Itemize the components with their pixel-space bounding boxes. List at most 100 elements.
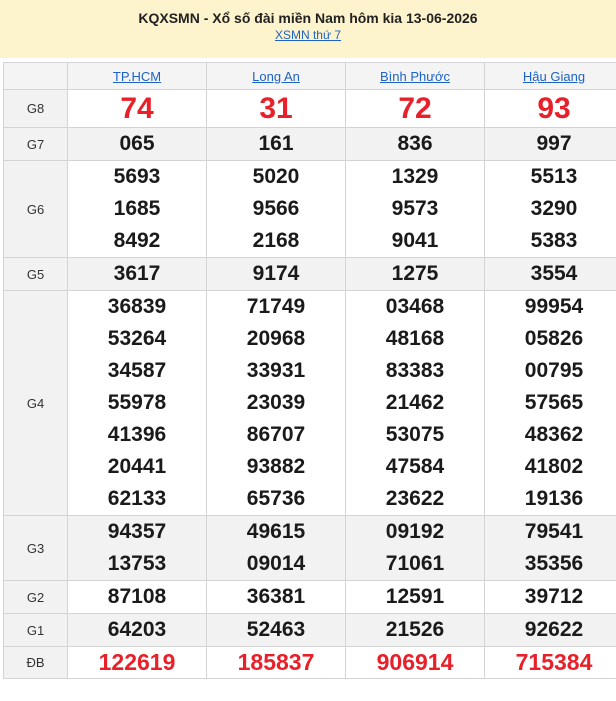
prize-cell: 3554 [484,257,616,291]
prize-number: 3290 [530,197,578,220]
prize-cell: 49615 09014 [206,515,346,581]
prize-number: 53075 [385,423,445,446]
prize-number: 93 [537,92,571,125]
prize-label: G3 [3,515,68,581]
prize-number: 1685 [113,197,161,220]
prize-number: 93882 [246,455,306,478]
prize-cell: 39712 [484,580,616,614]
prize-cell: 36839 53264 34587 55978 41396 20441 62133 [67,290,207,516]
prize-number: 715384 [515,649,593,675]
corner-cell [3,62,68,90]
prize-cell: 1275 [345,257,485,291]
prize-cell: 997 [484,127,616,161]
prize-label: G2 [3,580,68,614]
prize-number: 1275 [391,262,439,285]
prize-label: ĐB [3,646,68,679]
prize-number: 21526 [385,618,445,641]
prize-cell: 122619 [67,646,207,679]
prize-label: G4 [3,290,68,516]
prize-number: 72 [398,92,432,125]
prize-number: 05826 [524,327,584,350]
prize-row: G8 74 31 72 93 [3,89,616,128]
prize-number: 8492 [113,229,161,252]
prize-number: 19136 [524,487,584,510]
prize-cell: 5020 9566 2168 [206,160,346,258]
prize-number: 39712 [524,585,584,608]
prize-cell: 71749 20968 33931 23039 86707 93882 65736 [206,290,346,516]
prize-number: 36381 [246,585,306,608]
province-header: Hậu Giang [484,62,616,90]
prize-number: 03468 [385,295,445,318]
prize-row: G6 5693 1685 8492 5020 9566 2168 1329 9573 9041 55… [3,160,616,258]
prize-row: G4 36839 53264 34587 55978 41396 20441 62133 717… [3,290,616,516]
prize-number: 161 [258,132,294,155]
prize-number: 94357 [107,520,167,543]
prize-number: 33931 [246,359,306,382]
prize-number: 55978 [107,391,167,414]
prize-number: 13753 [107,552,167,575]
prize-cell: 12591 [345,580,485,614]
prize-number: 3617 [113,262,161,285]
prize-cell: 94357 13753 [67,515,207,581]
prize-number: 20441 [107,455,167,478]
prize-row: G2 87108 36381 12591 39712 [3,580,616,614]
prize-number: 23622 [385,487,445,510]
prize-number: 9174 [252,262,300,285]
prize-row: G3 94357 13753 49615 09014 09192 71061 79541 353… [3,515,616,581]
prize-cell: 836 [345,127,485,161]
province-link-long-an[interactable]: Long An [252,69,300,84]
prize-cell: 74 [67,89,207,128]
prize-number: 92622 [524,618,584,641]
prize-number: 2168 [252,229,300,252]
province-link-binh-phuoc[interactable]: Bình Phước [380,69,450,84]
prize-number: 5020 [252,165,300,188]
prize-number: 3554 [530,262,578,285]
prize-number: 00795 [524,359,584,382]
prize-number: 65736 [246,487,306,510]
prize-cell: 065 [67,127,207,161]
prize-label: G1 [3,613,68,647]
province-link-tp-hcm[interactable]: TP.HCM [113,69,161,84]
prize-cell: 93 [484,89,616,128]
prize-cell: 906914 [345,646,485,679]
prize-row: G7 065 161 836 997 [3,127,616,161]
xsmn-weekday-link[interactable]: XSMN thứ 7 [275,28,341,42]
prize-number: 87108 [107,585,167,608]
prize-number: 83383 [385,359,445,382]
prize-cell: 185837 [206,646,346,679]
prize-number: 71749 [246,295,306,318]
province-header-row: TP.HCM Long An Bình Phước Hậu Giang [3,62,616,90]
prize-number: 09014 [246,552,306,575]
prize-number: 64203 [107,618,167,641]
prize-number: 065 [119,132,155,155]
prize-row: ĐB 122619 185837 906914 715384 [3,646,616,679]
province-header: Long An [206,62,346,90]
prize-cell: 36381 [206,580,346,614]
prize-cell: 99954 05826 00795 57565 48362 41802 19136 [484,290,616,516]
prize-number: 41802 [524,455,584,478]
prize-number: 34587 [107,359,167,382]
province-header: TP.HCM [67,62,207,90]
prize-row: G1 64203 52463 21526 92622 [3,613,616,647]
prize-cell: 5693 1685 8492 [67,160,207,258]
prize-number: 99954 [524,295,584,318]
prize-number: 20968 [246,327,306,350]
prize-number: 9566 [252,197,300,220]
prize-number: 71061 [385,552,445,575]
prize-number: 1329 [391,165,439,188]
prize-number: 36839 [107,295,167,318]
prize-number: 09192 [385,520,445,543]
prize-number: 74 [120,92,154,125]
prize-number: 57565 [524,391,584,414]
province-link-hau-giang[interactable]: Hậu Giang [523,69,585,84]
prize-cell: 1329 9573 9041 [345,160,485,258]
prize-cell: 79541 35356 [484,515,616,581]
prize-number: 997 [536,132,572,155]
prize-number: 52463 [246,618,306,641]
page-title: KQXSMN - Xổ số đài miền Nam hôm kia 13-0… [138,10,478,26]
prize-number: 49615 [246,520,306,543]
prize-cell: 3617 [67,257,207,291]
prize-cell: 64203 [67,613,207,647]
prize-number: 23039 [246,391,306,414]
prize-label: G8 [3,89,68,128]
